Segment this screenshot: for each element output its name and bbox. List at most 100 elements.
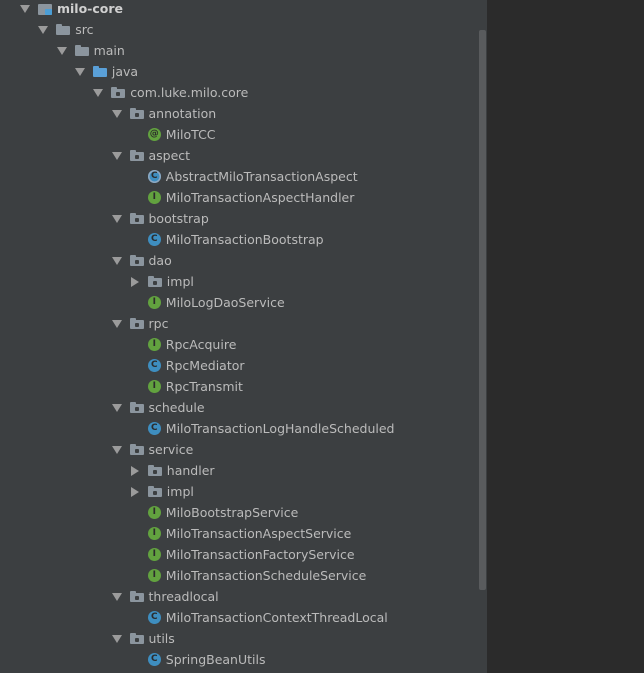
package-icon bbox=[147, 276, 162, 287]
collapse-arrow-icon[interactable] bbox=[73, 65, 87, 79]
tree-node-label: main bbox=[93, 43, 125, 58]
tree-node-label: AbstractMiloTransactionAspect bbox=[165, 169, 358, 184]
collapse-arrow-icon[interactable] bbox=[36, 23, 50, 37]
package-icon bbox=[129, 108, 144, 119]
tree-node-service[interactable]: service bbox=[0, 439, 487, 460]
tree-node-label: MiloTransactionScheduleService bbox=[165, 568, 367, 583]
tree-node-rpcacquire[interactable]: I RpcAcquire bbox=[0, 334, 487, 355]
collapse-arrow-icon[interactable] bbox=[110, 149, 124, 163]
tree-node-label: src bbox=[75, 22, 94, 37]
tree-node-label: aspect bbox=[148, 148, 191, 163]
collapse-arrow-icon[interactable] bbox=[110, 401, 124, 415]
collapse-arrow-icon[interactable] bbox=[110, 107, 124, 121]
tree-node-impl[interactable]: impl bbox=[0, 271, 487, 292]
package-icon bbox=[147, 486, 162, 497]
collapse-arrow-icon[interactable] bbox=[110, 317, 124, 331]
tree-node-handler[interactable]: handler bbox=[0, 460, 487, 481]
tree-node-threadlocal[interactable]: threadlocal bbox=[0, 586, 487, 607]
class-icon: C bbox=[147, 653, 161, 666]
expand-arrow-icon[interactable] bbox=[128, 485, 142, 499]
tree-node-label: schedule bbox=[148, 400, 205, 415]
tree-node-java[interactable]: java bbox=[0, 61, 487, 82]
tree-node-bootstrap[interactable]: bootstrap bbox=[0, 208, 487, 229]
project-tree-panel: milo-core src main java com.luke.milo.core an… bbox=[0, 0, 487, 673]
interface-icon: I bbox=[147, 191, 161, 204]
class-icon: C bbox=[147, 233, 161, 246]
expand-arrow-icon[interactable] bbox=[128, 275, 142, 289]
tree-node-label: impl bbox=[166, 484, 194, 499]
interface-icon: I bbox=[147, 338, 161, 351]
tree-node-milotcc[interactable]: @ MiloTCC bbox=[0, 124, 487, 145]
collapse-arrow-icon[interactable] bbox=[110, 590, 124, 604]
tree-node-src[interactable]: src bbox=[0, 19, 487, 40]
scrollbar-thumb[interactable] bbox=[479, 30, 486, 590]
tree-node-milobootstrapservice[interactable]: I MiloBootstrapService bbox=[0, 502, 487, 523]
abstract-class-icon: C bbox=[147, 170, 161, 183]
tree-node-label: dao bbox=[148, 253, 172, 268]
tree-node-milotransactionfactoryservice[interactable]: I MiloTransactionFactoryService bbox=[0, 544, 487, 565]
tree-node-label: annotation bbox=[148, 106, 217, 121]
package-icon bbox=[129, 213, 144, 224]
class-icon: C bbox=[147, 359, 161, 372]
tree-node-rpctransmit[interactable]: I RpcTransmit bbox=[0, 376, 487, 397]
tree-node-milotransactionscheduleservice[interactable]: I MiloTransactionScheduleService bbox=[0, 565, 487, 586]
tree-node-abstractmilotransactionaspect[interactable]: C AbstractMiloTransactionAspect bbox=[0, 166, 487, 187]
collapse-arrow-icon[interactable] bbox=[110, 212, 124, 226]
interface-icon: I bbox=[147, 527, 161, 540]
collapse-arrow-icon[interactable] bbox=[110, 632, 124, 646]
tree-node-label: utils bbox=[148, 631, 175, 646]
expand-arrow-icon[interactable] bbox=[128, 464, 142, 478]
tree-node-milotransactionaspectservice[interactable]: I MiloTransactionAspectService bbox=[0, 523, 487, 544]
tree-node-label: milo-core bbox=[57, 1, 124, 16]
tree-node-label: MiloTransactionContextThreadLocal bbox=[165, 610, 388, 625]
package-icon bbox=[111, 87, 126, 98]
tree-node-milologdaoservice[interactable]: I MiloLogDaoService bbox=[0, 292, 487, 313]
tree-node-label: MiloTransactionAspectService bbox=[165, 526, 352, 541]
collapse-arrow-icon[interactable] bbox=[110, 443, 124, 457]
tree-node-label: RpcTransmit bbox=[165, 379, 243, 394]
tree-node-springbeanutils[interactable]: C SpringBeanUtils bbox=[0, 649, 487, 670]
tree-node-label: MiloLogDaoService bbox=[165, 295, 285, 310]
package-icon bbox=[129, 255, 144, 266]
class-icon: C bbox=[147, 611, 161, 624]
tree-node-schedule[interactable]: schedule bbox=[0, 397, 487, 418]
tree-node-label: impl bbox=[166, 274, 194, 289]
tree-node-label: MiloTCC bbox=[165, 127, 216, 142]
tree-node-label: threadlocal bbox=[148, 589, 219, 604]
tree-node-label: MiloTransactionBootstrap bbox=[165, 232, 324, 247]
tree-node-annotation[interactable]: annotation bbox=[0, 103, 487, 124]
tree-node-milotransactionaspecthandler[interactable]: I MiloTransactionAspectHandler bbox=[0, 187, 487, 208]
tree-node-dao[interactable]: dao bbox=[0, 250, 487, 271]
tree-node-milotransactionbootstrap[interactable]: C MiloTransactionBootstrap bbox=[0, 229, 487, 250]
tree-node-milotransactionloghandlescheduled[interactable]: C MiloTransactionLogHandleScheduled bbox=[0, 418, 487, 439]
collapse-arrow-icon[interactable] bbox=[18, 2, 32, 16]
tree-node-utils[interactable]: utils bbox=[0, 628, 487, 649]
tree-node-impl[interactable]: impl bbox=[0, 481, 487, 502]
tree-node-label: RpcAcquire bbox=[165, 337, 237, 352]
tree-node-rpcmediator[interactable]: C RpcMediator bbox=[0, 355, 487, 376]
tree-node-main[interactable]: main bbox=[0, 40, 487, 61]
collapse-arrow-icon[interactable] bbox=[91, 86, 105, 100]
interface-icon: I bbox=[147, 569, 161, 582]
tree-node-label: java bbox=[111, 64, 139, 79]
tree-node-label: MiloBootstrapService bbox=[165, 505, 299, 520]
tree-node-milo-core[interactable]: milo-core bbox=[0, 0, 487, 19]
collapse-arrow-icon[interactable] bbox=[55, 44, 69, 58]
package-icon bbox=[129, 318, 144, 329]
tree-node-label: RpcMediator bbox=[165, 358, 245, 373]
tree-node-label: MiloTransactionAspectHandler bbox=[165, 190, 355, 205]
class-icon: C bbox=[147, 422, 161, 435]
tree-node-label: service bbox=[148, 442, 194, 457]
tree-node-label: SpringBeanUtils bbox=[165, 652, 266, 667]
tree-node-rpc[interactable]: rpc bbox=[0, 313, 487, 334]
folder-icon bbox=[74, 45, 89, 56]
tree-node-label: bootstrap bbox=[148, 211, 209, 226]
tree-node-com-luke-milo-core[interactable]: com.luke.milo.core bbox=[0, 82, 487, 103]
tree-node-label: MiloTransactionLogHandleScheduled bbox=[165, 421, 395, 436]
collapse-arrow-icon[interactable] bbox=[110, 254, 124, 268]
annotation-icon: @ bbox=[147, 128, 161, 141]
editor-area bbox=[487, 0, 644, 673]
tree-node-aspect[interactable]: aspect bbox=[0, 145, 487, 166]
tree-node-milotransactioncontextthreadlocal[interactable]: C MiloTransactionContextThreadLocal bbox=[0, 607, 487, 628]
tree-node-label: com.luke.milo.core bbox=[130, 85, 249, 100]
